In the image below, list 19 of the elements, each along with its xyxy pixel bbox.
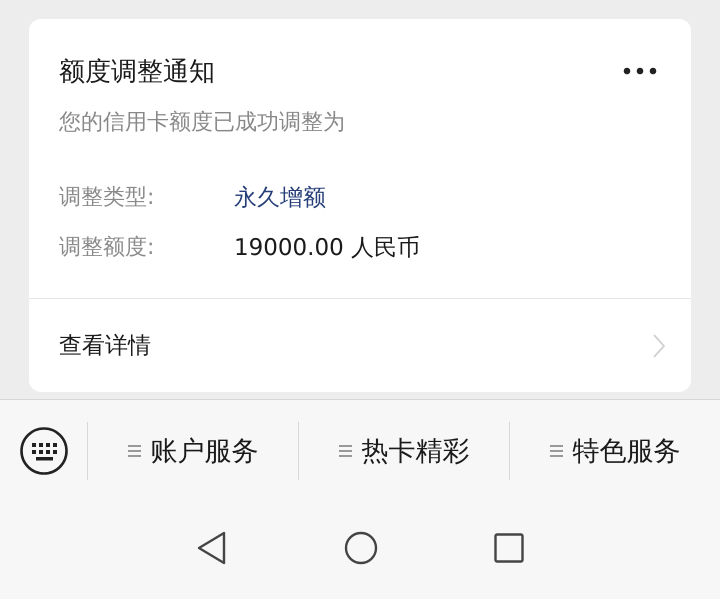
card-subtitle: 您的信用卡额度已成功调整为 [59,109,346,137]
home-icon[interactable] [344,531,378,565]
detail-link[interactable]: 查看详情 [59,330,151,361]
recents-icon[interactable] [494,533,524,563]
menu-item[interactable]: 账户服务 [87,422,298,480]
card-title: 额度调整通知 [59,56,215,88]
menu-icon [128,444,140,458]
more-icon[interactable] [623,67,657,75]
keyboard-icon[interactable] [18,426,68,476]
menu-item[interactable]: 热卡精彩 [298,422,509,480]
chevron-right-icon [653,334,665,358]
field-label: 调整类型: [59,184,156,212]
field-value: 永久增额 [234,184,326,212]
back-icon[interactable] [196,531,228,565]
menu-icon [338,444,352,458]
menu-item[interactable]: 特色服务 [509,422,720,480]
menu-icon [550,444,562,458]
field-label: 调整额度: [59,234,156,262]
field-value: 19000.00 人民币 [234,234,420,262]
